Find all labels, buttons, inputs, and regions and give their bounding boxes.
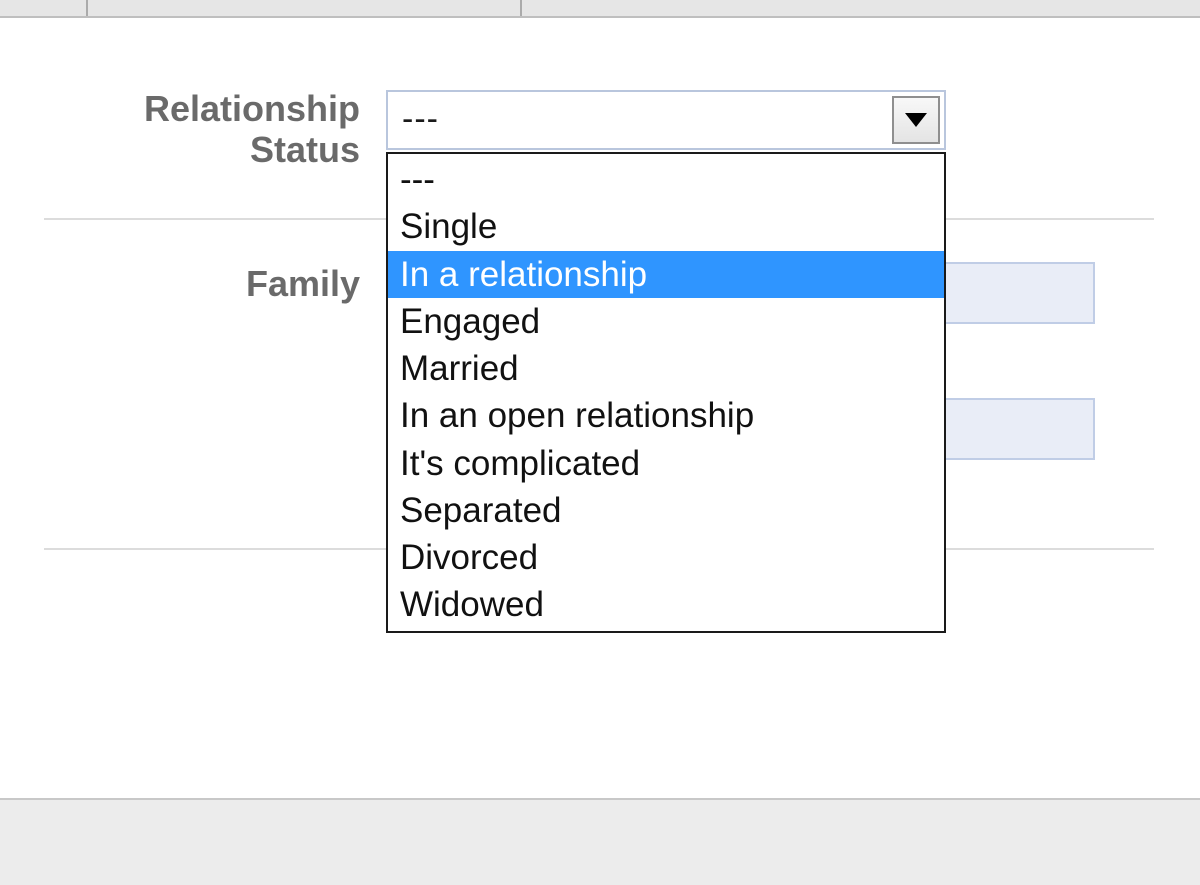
relationship-status-option[interactable]: It's complicated <box>388 440 944 487</box>
footer-band <box>0 798 1200 885</box>
relationship-status-option[interactable]: Single <box>388 203 944 250</box>
relationship-status-option[interactable]: Widowed <box>388 581 944 628</box>
relationship-status-option[interactable]: In a relationship <box>388 251 944 298</box>
chevron-down-icon <box>905 113 927 127</box>
relationship-status-option[interactable]: Engaged <box>388 298 944 345</box>
relationship-status-select[interactable]: --- <box>386 90 946 150</box>
family-label: Family <box>0 263 360 304</box>
relationship-status-dropdown[interactable]: ---SingleIn a relationshipEngagedMarried… <box>386 152 946 633</box>
relationship-status-option[interactable]: --- <box>388 156 944 203</box>
relationship-status-option[interactable]: Divorced <box>388 534 944 581</box>
form-area: RelationshipStatus Family --- ---SingleI… <box>0 18 1200 798</box>
relationship-status-selected-value: --- <box>402 100 439 139</box>
dropdown-toggle-button[interactable] <box>892 96 940 144</box>
relationship-status-option[interactable]: Separated <box>388 487 944 534</box>
relationship-status-option[interactable]: Married <box>388 345 944 392</box>
relationship-status-option[interactable]: In an open relationship <box>388 392 944 439</box>
window-chrome-hint <box>0 0 1200 18</box>
relationship-status-label: RelationshipStatus <box>0 88 360 171</box>
